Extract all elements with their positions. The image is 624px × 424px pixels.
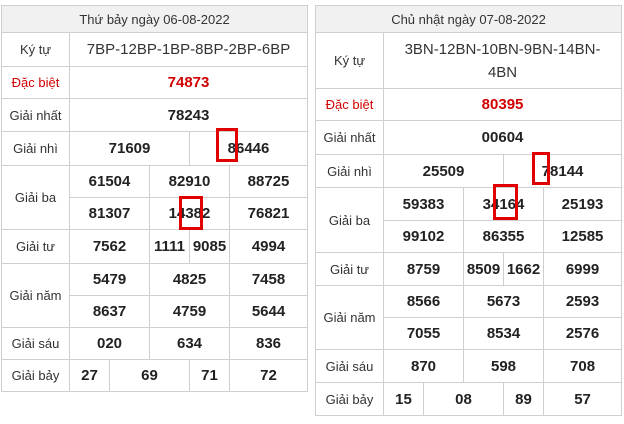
label-giai-nam: Giải năm: [315, 285, 384, 350]
giai-ba-value: 81307: [69, 197, 150, 230]
label-giai-nhi: Giải nhì: [1, 131, 70, 166]
label-dac-biet: Đặc biệt: [1, 66, 70, 99]
giai-tu-value: 1111: [149, 229, 190, 264]
giai-nhi-value: 78144: [502, 154, 623, 188]
giai-ba-value: 86355: [463, 220, 544, 253]
results-table-right: Chủ nhật ngày 07-08-2022 Ký tự 3BN-12BN-…: [314, 5, 623, 416]
giai-tu-value: 1662: [503, 252, 544, 286]
giai-nam-value: 7055: [383, 317, 464, 350]
giai-bay-value: 27: [69, 359, 110, 392]
giai-nam-value: 8637: [69, 295, 150, 328]
ky-tu-line: 4BN: [487, 63, 518, 81]
table-header-date: Thứ bảy ngày 06-08-2022: [0, 5, 309, 33]
label-giai-ba: Giải ba: [1, 165, 70, 230]
label-giai-bay: Giải bảy: [1, 359, 70, 392]
giai-tu-value: 8509: [463, 252, 504, 286]
giai-bay-value: 15: [383, 382, 424, 416]
results-table-left: Thứ bảy ngày 06-08-2022 Ký tự 7BP-12BP-1…: [0, 5, 309, 392]
ky-tu-value: 3BN-12BN-10BN-9BN-14BN- 4BN: [382, 32, 623, 89]
giai-tu-value: 9085: [189, 229, 230, 264]
giai-ba-value: 99102: [383, 220, 464, 253]
label-giai-sau: Giải sáu: [315, 349, 384, 383]
giai-sau-value: 598: [463, 349, 544, 383]
giai-tu-value: 7562: [69, 229, 150, 264]
label-giai-tu: Giải tư: [1, 229, 70, 264]
giai-nam-value: 5644: [228, 295, 309, 328]
giai-nhi-value: 71609: [69, 131, 190, 166]
dac-biet-value: 80395: [382, 88, 623, 121]
giai-nam-value: 5479: [69, 263, 150, 296]
giai-tu-value: 6999: [542, 252, 623, 286]
giai-nam-value: 4825: [149, 263, 230, 296]
giai-nhi-value: 86446: [188, 131, 309, 166]
ky-tu-line: 3BN-12BN-10BN-9BN-14BN-: [404, 40, 601, 58]
table-header-date: Chủ nhật ngày 07-08-2022: [314, 5, 623, 33]
giai-ba-value: 82910: [149, 165, 230, 198]
giai-ba-value: 76821: [228, 197, 309, 230]
label-giai-nhat: Giải nhất: [1, 98, 70, 132]
giai-tu-value: 8759: [383, 252, 464, 286]
giai-ba-value: 25193: [542, 187, 623, 221]
giai-ba-value: 12585: [542, 220, 623, 253]
giai-ba-value: 34164: [463, 187, 544, 221]
giai-bay-value: 71: [189, 359, 230, 392]
giai-ba-value: 59383: [383, 187, 464, 221]
giai-sau-value: 870: [383, 349, 464, 383]
giai-nhi-value: 25509: [383, 154, 504, 188]
giai-bay-value: 72: [228, 359, 309, 392]
label-giai-ba: Giải ba: [315, 187, 384, 253]
giai-nam-value: 7458: [228, 263, 309, 296]
giai-nam-value: 4759: [149, 295, 230, 328]
dac-biet-value: 74873: [68, 66, 309, 99]
giai-sau-value: 708: [542, 349, 623, 383]
giai-bay-value: 89: [503, 382, 544, 416]
giai-sau-value: 634: [149, 327, 230, 360]
giai-ba-value: 14382: [149, 197, 230, 230]
label-ky-tu: Ký tự: [315, 32, 384, 89]
giai-nam-value: 2576: [542, 317, 623, 350]
giai-nam-value: 8566: [383, 285, 464, 318]
label-giai-bay: Giải bảy: [315, 382, 384, 416]
giai-nam-value: 2593: [542, 285, 623, 318]
giai-sau-value: 836: [228, 327, 309, 360]
label-giai-tu: Giải tư: [315, 252, 384, 286]
giai-nhat-value: 78243: [68, 98, 309, 132]
label-dac-biet: Đặc biệt: [315, 88, 384, 121]
label-giai-sau: Giải sáu: [1, 327, 70, 360]
giai-ba-value: 61504: [69, 165, 150, 198]
giai-bay-value: 57: [542, 382, 623, 416]
giai-bay-value: 08: [423, 382, 504, 416]
giai-nhat-value: 00604: [382, 120, 623, 155]
giai-sau-value: 020: [69, 327, 150, 360]
label-giai-nhat: Giải nhất: [315, 120, 384, 155]
giai-tu-value: 4994: [228, 229, 309, 264]
ky-tu-value: 7BP-12BP-1BP-8BP-2BP-6BP: [68, 32, 309, 67]
giai-nam-value: 5673: [463, 285, 544, 318]
label-giai-nam: Giải năm: [1, 263, 70, 328]
giai-bay-value: 69: [109, 359, 190, 392]
giai-ba-value: 88725: [228, 165, 309, 198]
label-giai-nhi: Giải nhì: [315, 154, 384, 188]
label-ky-tu: Ký tự: [1, 32, 70, 67]
giai-nam-value: 8534: [463, 317, 544, 350]
